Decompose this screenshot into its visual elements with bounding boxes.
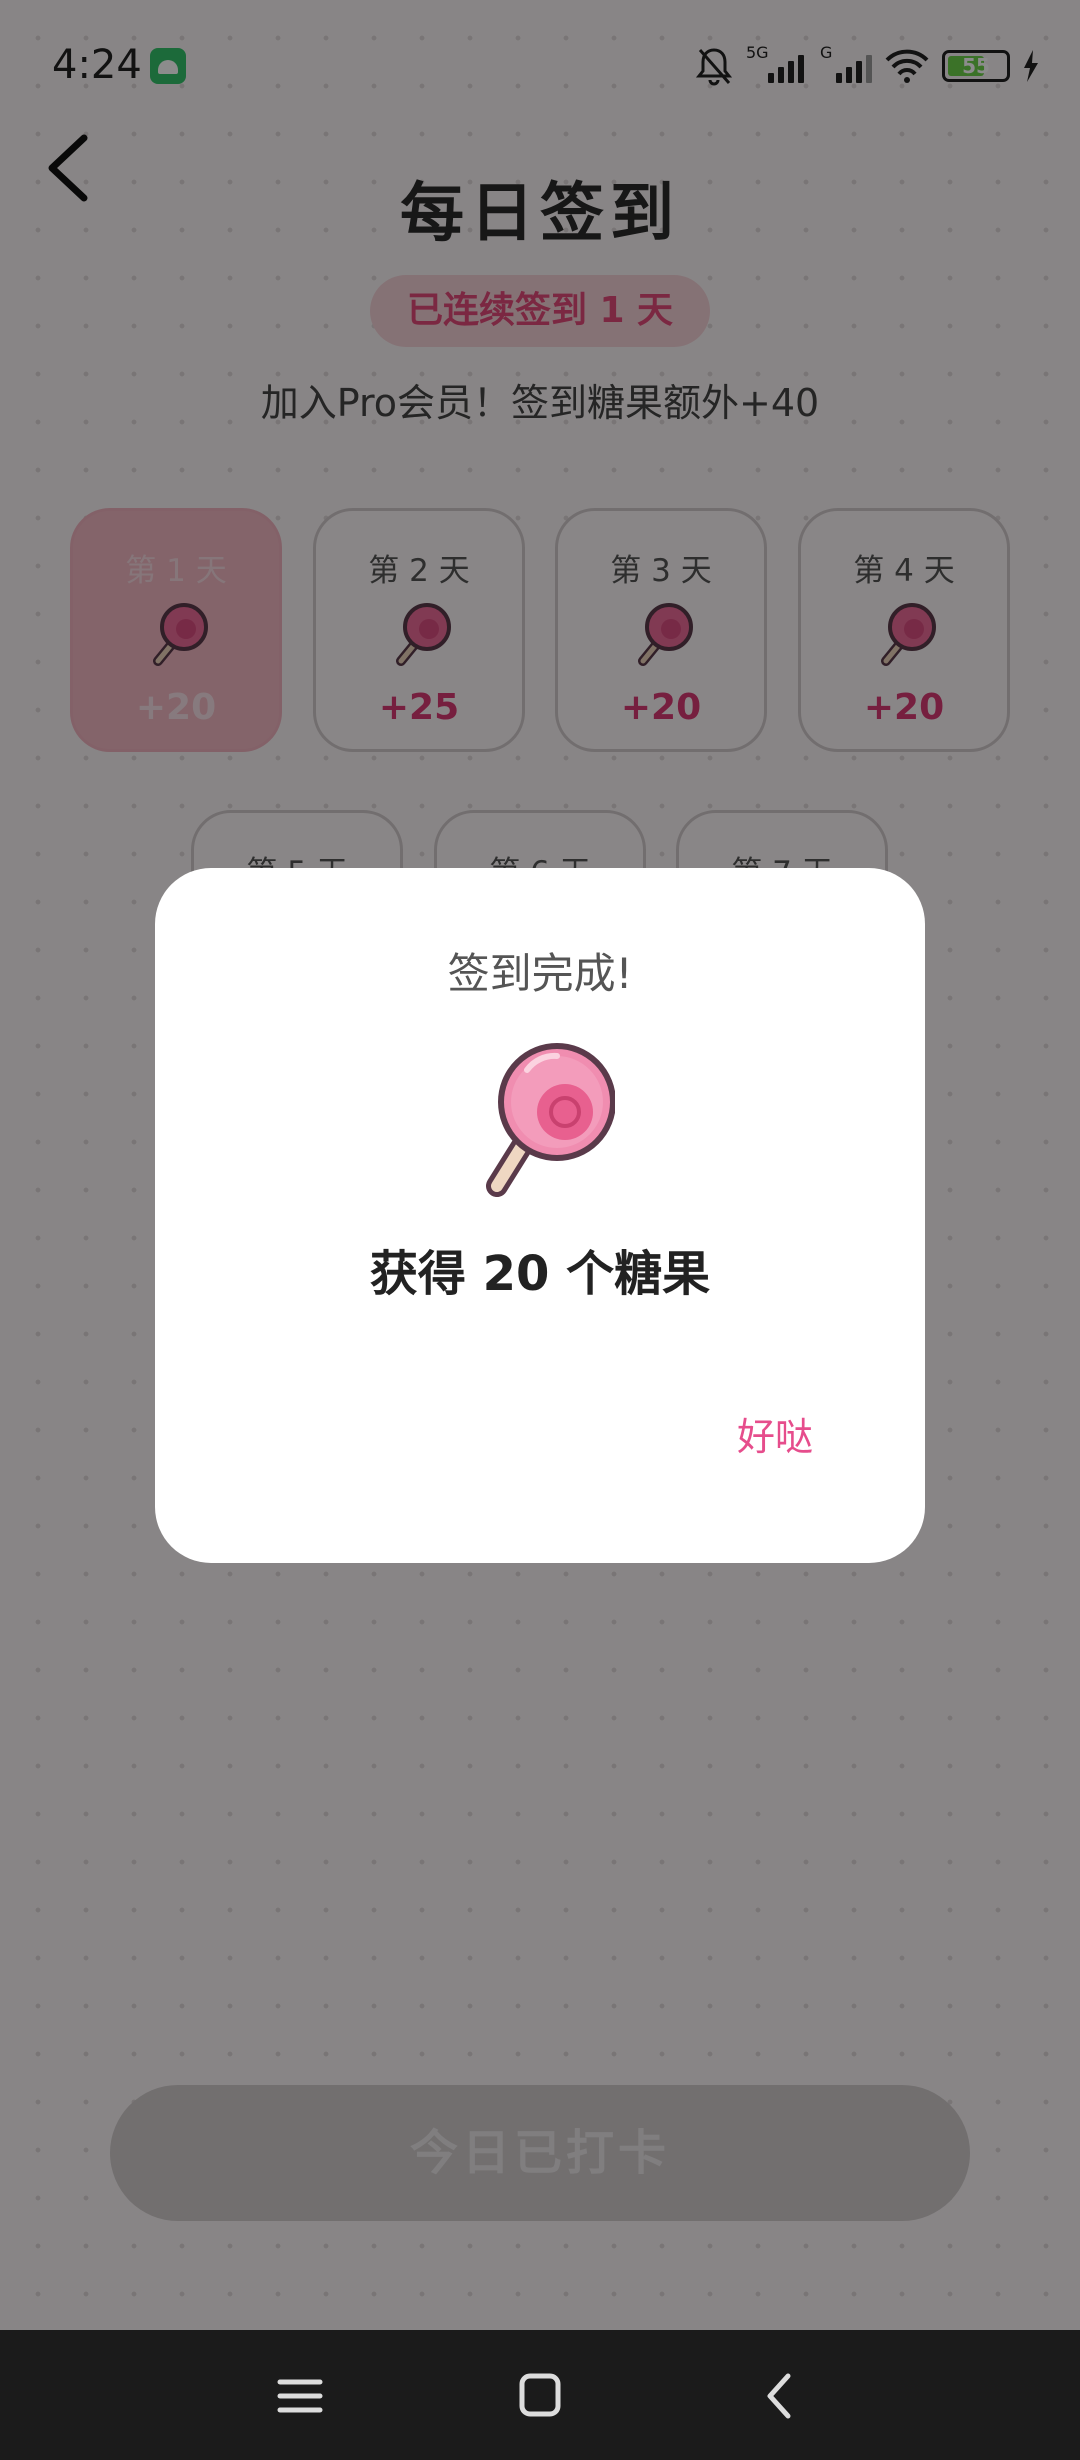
ok-button[interactable]: 好哒 [737,1406,813,1461]
menu-icon[interactable] [260,2360,340,2430]
checkin-success-dialog: 签到完成! 获得 20 个糖果 好哒 [155,868,925,1563]
dialog-title: 签到完成! [447,949,633,998]
back-icon[interactable] [740,2360,820,2430]
system-navigation-bar [0,2330,1080,2460]
reward-message: 获得 20 个糖果 [369,1246,711,1302]
lollipop-icon [486,1043,615,1197]
home-icon[interactable] [500,2360,580,2430]
